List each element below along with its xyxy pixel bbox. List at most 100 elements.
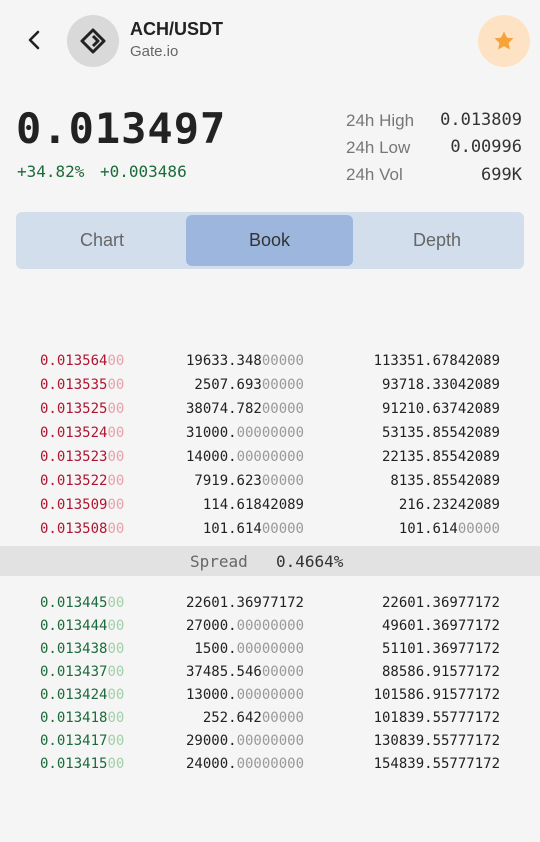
total-cell: 51101.36977172 <box>340 641 500 657</box>
amount-cell: 27000.00000000 <box>150 618 304 634</box>
total-cell: 88586.91577172 <box>340 664 500 680</box>
total-value: 22135.85542089 <box>381 449 500 465</box>
total-cell: 113351.67842089 <box>340 353 500 369</box>
price-cell: 0.01350800 <box>40 521 160 537</box>
total-cell: 101.61400000 <box>340 521 500 537</box>
amount-pad: 00000000 <box>236 756 304 772</box>
price-pad: 00 <box>107 618 125 634</box>
amount-cell: 24000.00000000 <box>150 756 304 772</box>
bid-row[interactable]: 0.01341500 24000.00000000 154839.55777172 <box>0 756 540 778</box>
total-value: 101.614 <box>398 521 458 537</box>
ask-row[interactable]: 0.01352500 38074.78200000 91210.63742089 <box>0 401 540 423</box>
total-cell: 101839.55777172 <box>340 710 500 726</box>
price-value: 0.013525 <box>40 401 108 417</box>
price-cell: 0.01341800 <box>40 710 160 726</box>
pair-title: ACH/USDT <box>130 19 223 39</box>
back-arrow-icon[interactable] <box>20 26 48 54</box>
ask-row[interactable]: 0.01350900 114.61842089 216.23242089 <box>0 497 540 519</box>
bid-row[interactable]: 0.01343700 37485.54600000 88586.91577172 <box>0 664 540 686</box>
ask-row[interactable]: 0.01352400 31000.00000000 53135.85542089 <box>0 425 540 447</box>
ask-row[interactable]: 0.01356400 19633.34800000 113351.67842089 <box>0 353 540 375</box>
amount-pad: 00000 <box>261 710 304 726</box>
amount-value: 101.614 <box>202 521 262 537</box>
price-value: 0.013535 <box>40 377 108 393</box>
total-cell: 53135.85542089 <box>340 425 500 441</box>
total-value: 216.23242089 <box>398 497 500 513</box>
price-cell: 0.01342400 <box>40 687 160 703</box>
price-value: 0.013524 <box>40 425 108 441</box>
ask-row[interactable]: 0.01350800 101.61400000 101.61400000 <box>0 521 540 543</box>
total-cell: 101586.91577172 <box>340 687 500 703</box>
price-cell: 0.01352200 <box>40 473 160 489</box>
price-cell: 0.01352500 <box>40 401 160 417</box>
bid-row[interactable]: 0.01343800 1500.00000000 51101.36977172 <box>0 641 540 663</box>
total-value: 101839.55777172 <box>373 710 500 726</box>
price-value: 0.013415 <box>40 756 108 772</box>
tab-book[interactable]: Book <box>186 215 353 266</box>
total-value: 8135.85542089 <box>390 473 500 489</box>
price-cell: 0.01343800 <box>40 641 160 657</box>
ask-row[interactable]: 0.01353500 2507.69300000 93718.33042089 <box>0 377 540 399</box>
total-value: 130839.55777172 <box>373 733 500 749</box>
total-cell: 130839.55777172 <box>340 733 500 749</box>
price-cell: 0.01352400 <box>40 425 160 441</box>
total-cell: 49601.36977172 <box>340 618 500 634</box>
price-pad: 00 <box>107 497 125 513</box>
price-pad: 00 <box>107 641 125 657</box>
amount-cell: 38074.78200000 <box>150 401 304 417</box>
price-pad: 00 <box>107 377 125 393</box>
amount-value: 22601.36977172 <box>185 595 304 611</box>
price-value: 0.013437 <box>40 664 108 680</box>
total-cell: 22601.36977172 <box>340 595 500 611</box>
price-cell: 0.01344400 <box>40 618 160 634</box>
price-pad: 00 <box>107 521 125 537</box>
price-value: 0.013438 <box>40 641 108 657</box>
amount-value: 31000. <box>185 425 237 441</box>
price-cell: 0.01356400 <box>40 353 160 369</box>
price-value: 0.013445 <box>40 595 108 611</box>
bid-row[interactable]: 0.01342400 13000.00000000 101586.91577172 <box>0 687 540 709</box>
bid-row[interactable]: 0.01341700 29000.00000000 130839.55777172 <box>0 733 540 755</box>
bid-row[interactable]: 0.01344400 27000.00000000 49601.36977172 <box>0 618 540 640</box>
price-value: 0.013418 <box>40 710 108 726</box>
price-value: 0.013509 <box>40 497 108 513</box>
favorite-star-button[interactable] <box>478 15 530 67</box>
amount-cell: 101.61400000 <box>150 521 304 537</box>
gate-logo-icon <box>67 15 119 67</box>
ask-row[interactable]: 0.01352200 7919.62300000 8135.85542089 <box>0 473 540 495</box>
total-value: 101586.91577172 <box>373 687 500 703</box>
tab-chart[interactable]: Chart <box>19 212 185 269</box>
exchange-name: Gate.io <box>130 43 179 60</box>
bid-row[interactable]: 0.01341800 252.64200000 101839.55777172 <box>0 710 540 732</box>
total-value: 88586.91577172 <box>381 664 500 680</box>
total-value: 91210.63742089 <box>381 401 500 417</box>
amount-value: 19633.348 <box>185 353 262 369</box>
amount-cell: 2507.69300000 <box>150 377 304 393</box>
amount-pad: 00000000 <box>236 687 304 703</box>
price-pad: 00 <box>107 664 125 680</box>
amount-value: 13000. <box>185 687 237 703</box>
amount-value: 27000. <box>185 618 237 634</box>
low-value: 0.00996 <box>450 137 522 157</box>
amount-value: 24000. <box>185 756 237 772</box>
amount-cell: 19633.34800000 <box>150 353 304 369</box>
amount-cell: 14000.00000000 <box>150 449 304 465</box>
price-pad: 00 <box>107 710 125 726</box>
price-value: 0.013564 <box>40 353 108 369</box>
volume-value: 699K <box>481 165 522 185</box>
change-percent: +34.82% <box>17 162 85 181</box>
last-price: 0.013497 <box>16 104 227 153</box>
ask-row[interactable]: 0.01352300 14000.00000000 22135.85542089 <box>0 449 540 471</box>
price-cell: 0.01341500 <box>40 756 160 772</box>
star-icon <box>494 31 514 50</box>
amount-cell: 252.64200000 <box>150 710 304 726</box>
low-label: 24h Low <box>346 138 411 157</box>
spread-bar: Spread 0.4664% <box>0 546 540 576</box>
total-pad: 00000 <box>457 521 500 537</box>
total-cell: 93718.33042089 <box>340 377 500 393</box>
tab-depth[interactable]: Depth <box>354 212 520 269</box>
amount-pad: 00000 <box>261 353 304 369</box>
amount-pad: 00000000 <box>236 733 304 749</box>
bid-row[interactable]: 0.01344500 22601.36977172 22601.36977172 <box>0 595 540 617</box>
total-value: 154839.55777172 <box>373 756 500 772</box>
